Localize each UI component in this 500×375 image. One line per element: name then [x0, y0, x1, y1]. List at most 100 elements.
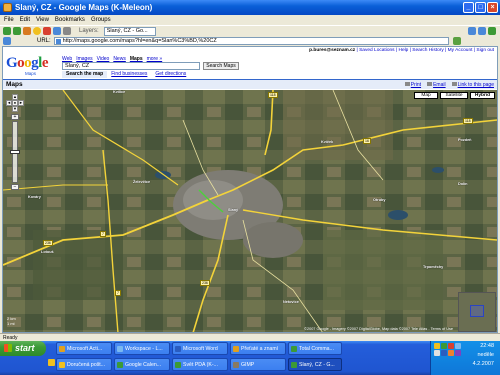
link-to-page[interactable]: Link to this page	[451, 82, 494, 88]
road-number-label: 236	[43, 240, 53, 246]
k-meleon-icon	[3, 3, 12, 12]
search-input[interactable]: Slaný, CZ	[62, 62, 200, 70]
maps-header-strip: Maps Print Email Link to this page	[3, 79, 497, 89]
satellite-imagery	[3, 90, 497, 332]
email-link[interactable]: Email	[427, 82, 446, 88]
user-links: p.bures@seznam.cz | Saved Locations | He…	[309, 48, 494, 53]
print-link[interactable]: Print	[404, 82, 421, 88]
app-icon	[117, 361, 123, 368]
taskbar-item[interactable]: Google Calen...	[114, 358, 170, 371]
search-maps-button[interactable]: Search Maps	[203, 62, 239, 70]
road-number-label: 118	[463, 118, 473, 124]
zoom-slider-knob[interactable]	[10, 150, 20, 154]
tray-icon[interactable]	[441, 350, 447, 356]
forward-icon[interactable]	[13, 27, 21, 35]
chain-link-icon	[451, 82, 457, 86]
window-title: Slaný, CZ - Google Maps (K-Meleon)	[15, 3, 153, 12]
printer-icon	[404, 82, 410, 86]
toolbar: Layers: Slaný, CZ - Go...	[0, 25, 500, 36]
status-bar: Ready	[0, 333, 500, 341]
pan-right-icon[interactable]: ►	[18, 100, 24, 106]
tray-icon[interactable]	[434, 350, 440, 356]
menu-view[interactable]: View	[36, 17, 49, 23]
map-type-map-button[interactable]: Map	[414, 92, 438, 99]
bookmark-star-icon[interactable]	[33, 27, 41, 35]
link-search-history[interactable]: Search History	[412, 48, 443, 53]
road-number-label: 16	[363, 138, 371, 144]
taskbar-item[interactable]: Microsoft Acti...	[56, 342, 112, 355]
start-button[interactable]: start	[0, 341, 46, 356]
google-logo[interactable]: Google	[6, 55, 49, 72]
layer-tab[interactable]: Slaný, CZ - Go...	[103, 26, 156, 36]
menu-groups[interactable]: Groups	[91, 17, 111, 23]
taskbar-item[interactable]: GIMP	[230, 358, 286, 371]
tab-search-the-map[interactable]: Search the map	[62, 71, 108, 78]
clock-day: neděle	[477, 352, 494, 358]
map-copyright: ©2007 Google - Imagery ©2007 DigitalGlob…	[304, 327, 453, 331]
link-saved-locations[interactable]: Saved Locations	[359, 48, 394, 53]
maps-section-title: Maps	[6, 81, 23, 88]
zoom-icon[interactable]	[488, 27, 496, 35]
close-button[interactable]: ×	[487, 2, 498, 13]
clock-time[interactable]: 22:48	[480, 343, 494, 349]
pan-down-icon[interactable]: ▼	[12, 106, 18, 112]
layer-prev-icon[interactable]	[468, 27, 476, 35]
reload-icon[interactable]	[53, 27, 61, 35]
road-number-label: 7	[100, 231, 106, 237]
map-view[interactable]: Kvílice Slaný Otruby Dolín Lotouš Kvíček…	[3, 90, 497, 332]
tray-icon[interactable]	[455, 343, 461, 349]
taskbar-item[interactable]: Přeťaté a znamí	[230, 342, 286, 355]
tray-icon[interactable]	[448, 350, 454, 356]
taskbar-item[interactable]: Microsoft Word	[172, 342, 228, 355]
layer-next-icon[interactable]	[478, 27, 486, 35]
app-icon	[291, 345, 297, 352]
taskbar-item[interactable]: Total Comma...	[288, 342, 342, 355]
stop-icon[interactable]	[43, 27, 51, 35]
tray-icon[interactable]	[455, 350, 461, 356]
map-type-hybrid-button[interactable]: Hybrid	[470, 92, 495, 99]
app-icon	[59, 345, 65, 352]
taskbar-item[interactable]: Doručená pošt...	[56, 358, 112, 371]
road-number-label: 7	[115, 290, 121, 296]
tray-icon[interactable]	[441, 343, 447, 349]
map-type-satellite-button[interactable]: Satellite	[440, 92, 468, 99]
road-number-label: 236	[200, 280, 210, 286]
overview-map[interactable]	[458, 292, 496, 332]
home-icon[interactable]	[23, 27, 31, 35]
browser-window: Slaný, CZ - Google Maps (K-Meleon) _ □ ×…	[0, 0, 500, 375]
place-label-town: Slaný	[228, 208, 239, 212]
tray-icon[interactable]	[448, 343, 454, 349]
taskbar-item[interactable]: Workspace - L...	[114, 342, 170, 355]
menu-file[interactable]: File	[4, 17, 14, 23]
favicon-icon	[55, 39, 61, 44]
app-icon	[233, 345, 239, 352]
tab-get-directions[interactable]: Get directions	[151, 71, 190, 78]
app-icon	[291, 361, 297, 368]
url-input[interactable]: http://maps.google.com/maps?hl=en&q=Slan…	[53, 37, 449, 45]
back-icon[interactable]	[3, 27, 11, 35]
tray-icon[interactable]	[434, 343, 440, 349]
url-bar: URL: http://maps.google.com/maps?hl=en&q…	[0, 36, 500, 46]
taskbar-item[interactable]: Svět PDA (K-...	[172, 358, 228, 371]
minimize-button[interactable]: _	[463, 2, 474, 13]
gimp-icon	[233, 361, 239, 368]
zoom-out-button[interactable]: −	[11, 184, 19, 190]
link-my-account[interactable]: My Account	[448, 48, 473, 53]
app-icon	[59, 361, 65, 368]
link-help[interactable]: Help	[398, 48, 408, 53]
tray-icons	[434, 343, 462, 356]
go-icon[interactable]	[452, 37, 461, 45]
link-sign-out[interactable]: Sign out	[476, 48, 494, 53]
url-label: URL:	[37, 38, 51, 44]
taskbar-item-active[interactable]: Slaný, CZ - G...	[288, 358, 342, 371]
tab-find-businesses[interactable]: Find businesses	[107, 71, 151, 78]
zoom-in-button[interactable]: +	[11, 114, 19, 120]
title-bar[interactable]: Slaný, CZ - Google Maps (K-Meleon) _ □ ×	[0, 0, 500, 15]
overview-viewport[interactable]	[470, 305, 484, 317]
quicklaunch-icon[interactable]	[48, 359, 55, 366]
menu-edit[interactable]: Edit	[20, 17, 30, 23]
place-label: Netovice	[283, 300, 299, 304]
print-icon[interactable]	[63, 27, 71, 35]
maximize-button[interactable]: □	[475, 2, 486, 13]
menu-bookmarks[interactable]: Bookmarks	[55, 17, 85, 23]
